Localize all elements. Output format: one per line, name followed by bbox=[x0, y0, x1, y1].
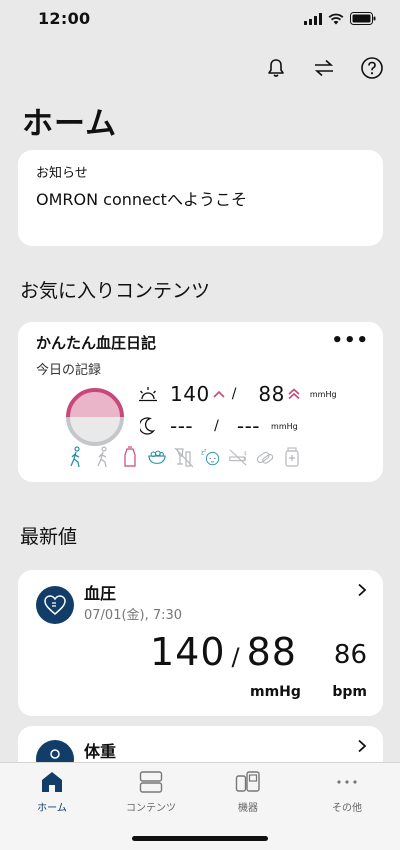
notification-bell-button[interactable] bbox=[264, 56, 288, 80]
evening-unit: mmHg bbox=[271, 421, 298, 431]
bp-value: 140/88 bbox=[150, 630, 297, 674]
bp-gauge bbox=[66, 388, 124, 446]
bp-systolic: 140 bbox=[150, 630, 226, 674]
tab-devices[interactable]: 機器 bbox=[198, 771, 298, 814]
walking-icon[interactable] bbox=[66, 446, 86, 468]
favorites-section-title: お気に入りコンテンツ bbox=[20, 280, 211, 302]
sunrise-icon bbox=[139, 387, 157, 402]
sync-button[interactable] bbox=[312, 56, 336, 80]
signal-icon bbox=[304, 12, 322, 25]
svg-text:z: z bbox=[204, 448, 207, 453]
help-icon bbox=[361, 57, 383, 79]
medicine-pills-icon[interactable] bbox=[255, 446, 275, 468]
bp-diastolic: 88 bbox=[246, 630, 297, 674]
pulse-unit: bpm bbox=[332, 684, 367, 700]
tab-other[interactable]: その他 bbox=[297, 771, 397, 814]
diastolic-double-up-arrow-icon bbox=[288, 388, 300, 400]
battery-icon bbox=[350, 12, 376, 25]
bp-diary-title: かんたん血圧日記 bbox=[36, 334, 157, 352]
evening-reading: --- / --- mmHg bbox=[135, 414, 298, 438]
notice-message: OMRON connectへようこそ bbox=[36, 190, 247, 209]
weight-name: 体重 bbox=[84, 742, 117, 761]
more-menu-button[interactable]: ••• bbox=[331, 330, 369, 351]
heart-icon bbox=[44, 595, 66, 615]
home-icon bbox=[42, 772, 62, 792]
vegetable-bowl-icon[interactable] bbox=[147, 446, 167, 468]
tab-devices-label: 機器 bbox=[238, 803, 258, 814]
latest-bp-card[interactable]: 血圧 07/01(金), 7:30 140/88 86 mmHg bpm bbox=[18, 570, 383, 716]
moon-icon bbox=[140, 417, 156, 435]
today-record-label: 今日の記録 bbox=[36, 363, 102, 378]
pulse-value: 86 bbox=[333, 640, 367, 670]
evening-systolic: --- bbox=[170, 414, 194, 438]
morning-slash: / bbox=[231, 386, 237, 402]
bp-date: 07/01(金), 7:30 bbox=[84, 608, 183, 623]
chevron-right-icon bbox=[358, 583, 367, 597]
bp-slash: / bbox=[231, 643, 241, 671]
morning-reading: 140 / 88 mmHg bbox=[135, 382, 337, 406]
bell-icon bbox=[268, 59, 284, 77]
bp-unit: mmHg bbox=[250, 684, 301, 700]
notice-label: お知らせ bbox=[36, 166, 88, 181]
wifi-icon bbox=[328, 13, 344, 24]
bp-name: 血圧 bbox=[84, 584, 117, 603]
tab-home[interactable]: ホーム bbox=[2, 771, 102, 814]
evening-diastolic: --- bbox=[236, 414, 261, 438]
salt-shaker-icon[interactable] bbox=[120, 446, 140, 468]
morning-unit: mmHg bbox=[309, 389, 337, 399]
bp-detail-chevron[interactable] bbox=[357, 582, 367, 601]
tab-contents[interactable]: コンテンツ bbox=[101, 771, 201, 814]
morning-systolic: 140 bbox=[170, 382, 210, 406]
help-button[interactable] bbox=[360, 56, 384, 80]
devices-icon bbox=[235, 771, 260, 792]
lifestyle-icons-row: zz bbox=[66, 446, 302, 468]
notice-card[interactable]: お知らせ OMRON connectへようこそ bbox=[18, 150, 383, 246]
latest-section-title: 最新値 bbox=[20, 526, 78, 548]
system-icons bbox=[304, 12, 376, 25]
no-drinking-icon[interactable] bbox=[174, 446, 194, 468]
tab-home-label: ホーム bbox=[37, 803, 67, 814]
tab-contents-label: コンテンツ bbox=[126, 803, 176, 814]
status-time: 12:00 bbox=[38, 9, 91, 28]
weight-detail-chevron[interactable] bbox=[357, 738, 367, 757]
bp-diary-card[interactable]: かんたん血圧日記 ••• 今日の記録 140 / 88 mmHg --- / -… bbox=[18, 322, 383, 482]
sync-arrows-icon bbox=[314, 59, 334, 77]
evening-slash: / bbox=[214, 418, 219, 434]
no-smoking-icon[interactable] bbox=[228, 446, 248, 468]
medicine-bottle-icon[interactable] bbox=[282, 446, 302, 468]
contents-icon bbox=[139, 771, 163, 793]
page-title: ホーム bbox=[22, 106, 118, 142]
walking-outline-icon[interactable] bbox=[93, 446, 113, 468]
home-indicator[interactable] bbox=[132, 836, 268, 841]
status-bar: 12:00 bbox=[0, 0, 400, 40]
tab-other-label: その他 bbox=[332, 803, 362, 814]
top-actions bbox=[264, 56, 384, 80]
systolic-up-arrow-icon bbox=[213, 390, 225, 398]
chevron-right-icon bbox=[358, 739, 367, 753]
bp-heart-avatar bbox=[36, 586, 74, 624]
morning-diastolic: 88 bbox=[258, 382, 285, 406]
sleep-icon[interactable]: zz bbox=[201, 446, 221, 468]
more-dots-icon bbox=[337, 780, 357, 784]
